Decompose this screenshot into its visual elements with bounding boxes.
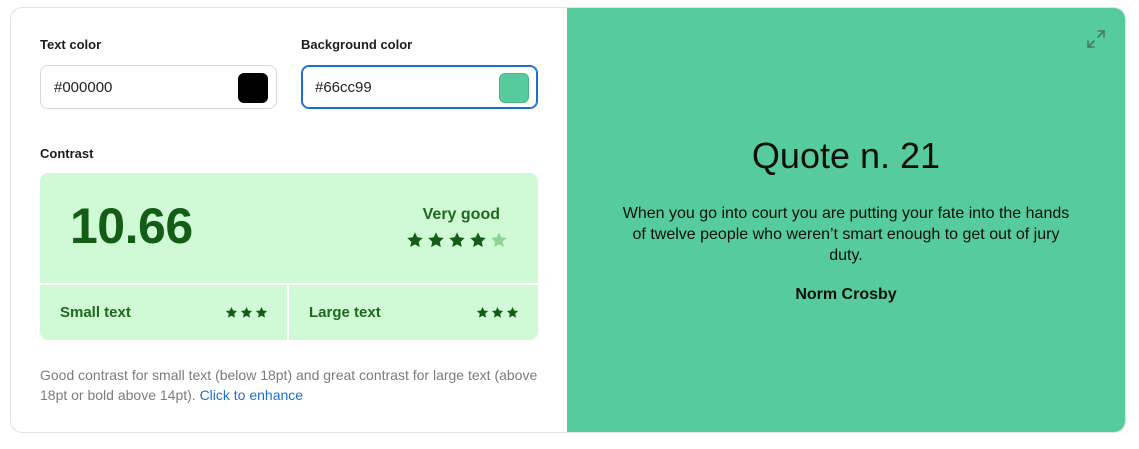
background-color-input[interactable] xyxy=(315,66,465,108)
background-color-swatch[interactable] xyxy=(499,73,529,103)
divider xyxy=(287,283,289,340)
text-color-label: Text color xyxy=(40,37,102,52)
star-filled-icon xyxy=(428,232,444,248)
small-text-stars xyxy=(225,306,268,319)
rating-stars xyxy=(406,231,508,249)
star-filled-icon xyxy=(407,232,423,248)
text-color-field[interactable] xyxy=(40,65,277,109)
star-filled-icon xyxy=(470,232,486,248)
preview-panel: Quote n. 21 When you go into court you a… xyxy=(567,8,1125,432)
large-text-stars xyxy=(476,306,519,319)
background-color-label: Background color xyxy=(301,37,413,52)
star-filled-icon xyxy=(449,232,465,248)
enhance-link[interactable]: Click to enhance xyxy=(200,387,304,403)
contrast-note: Good contrast for small text (below 18pt… xyxy=(40,365,540,405)
star-filled-icon xyxy=(225,306,238,318)
text-color-input[interactable] xyxy=(54,66,204,108)
expand-icon[interactable] xyxy=(1085,28,1107,50)
divider xyxy=(40,283,538,285)
quote-title: Quote n. 21 xyxy=(751,135,941,176)
quote-author: Norm Crosby xyxy=(795,286,897,303)
star-filled-icon xyxy=(491,306,504,318)
quote-text: When you go into court you are putting y… xyxy=(622,205,1070,264)
star-filled-icon xyxy=(255,306,268,318)
contrast-rating: Very good xyxy=(422,206,500,223)
star-filled-icon xyxy=(240,306,253,318)
small-text-label: Small text xyxy=(60,304,131,321)
large-text-label: Large text xyxy=(309,304,381,321)
contrast-checker-card: Text color Background color Contrast 10.… xyxy=(10,7,1126,433)
background-color-field[interactable] xyxy=(301,65,538,109)
contrast-label: Contrast xyxy=(40,146,94,161)
star-filled-icon xyxy=(506,306,519,318)
text-color-swatch[interactable] xyxy=(238,73,268,103)
star-filled-icon xyxy=(476,306,489,318)
contrast-ratio: 10.66 xyxy=(70,198,193,254)
controls-panel: Text color Background color Contrast 10.… xyxy=(11,8,567,432)
star-empty-icon xyxy=(491,232,507,248)
contrast-panel: 10.66 Very good Small text Large text xyxy=(40,173,538,340)
